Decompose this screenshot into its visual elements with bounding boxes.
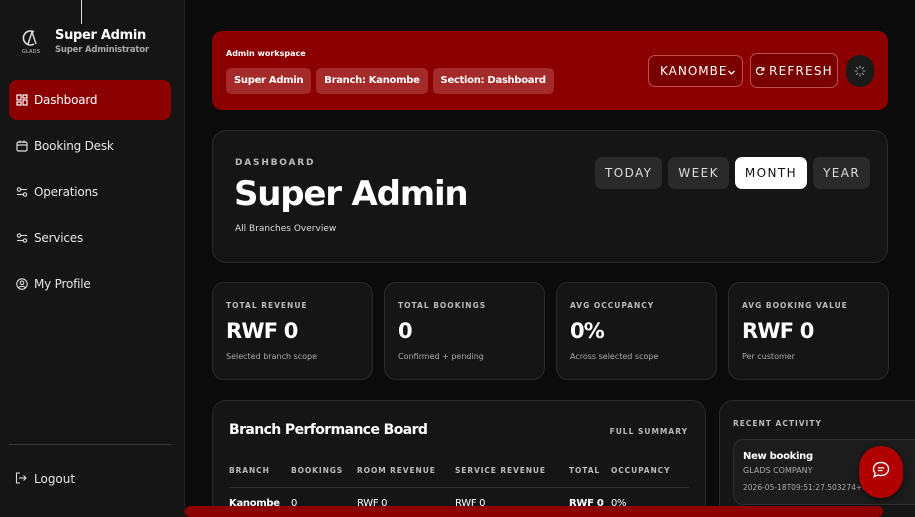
- sidebar-item-dashboard[interactable]: Dashboard: [9, 80, 171, 120]
- refresh-label: REFRESH: [769, 63, 833, 78]
- brand-name: Super Admin: [55, 28, 147, 43]
- chevron-down-icon: [727, 66, 736, 80]
- sidebar-item-booking-desk[interactable]: Booking Desk: [9, 126, 171, 166]
- sidebar-item-operations[interactable]: Operations: [9, 172, 171, 212]
- column-header: ROOM REVENUE: [357, 466, 436, 475]
- board-title: Branch Performance Board: [229, 422, 428, 438]
- logout-button[interactable]: Logout: [15, 472, 75, 486]
- column-header: BOOKINGS: [291, 466, 344, 475]
- column-header: TOTAL: [569, 466, 601, 475]
- stat-value: 0: [398, 319, 413, 343]
- page-subtitle: All Branches Overview: [235, 224, 337, 234]
- calendar-icon: [15, 139, 29, 153]
- logo-text: GLADS: [21, 49, 41, 55]
- period-week-button[interactable]: WEEK: [668, 157, 729, 189]
- sidebar-item-label: Operations: [34, 185, 98, 199]
- activity-company: GLADS COMPANY: [743, 466, 813, 475]
- grid-icon: [15, 93, 29, 107]
- stat-label: TOTAL REVENUE: [226, 301, 308, 310]
- refresh-icon: [755, 66, 765, 76]
- glads-logo: GLADS: [17, 28, 45, 58]
- user-circle-icon: [15, 277, 29, 291]
- workspace-bar: Admin workspace Super Admin Branch: Kano…: [212, 31, 888, 110]
- sidebar-divider: [9, 444, 171, 445]
- full-summary-link[interactable]: FULL SUMMARY: [610, 427, 688, 436]
- activity-title: RECENT ACTIVITY: [733, 419, 822, 428]
- sidebar: GLADS Super Admin Super Administrator Da…: [0, 0, 185, 517]
- page-title: Super Admin: [234, 174, 469, 214]
- sidebar-item-services[interactable]: Services: [9, 218, 171, 258]
- stat-value: 0%: [570, 319, 605, 343]
- stat-caption: Confirmed + pending: [398, 352, 484, 361]
- sliders-icon: [15, 185, 29, 199]
- stat-card-total-revenue: TOTAL REVENUE RWF 0 Selected branch scop…: [212, 282, 373, 380]
- brand: GLADS Super Admin Super Administrator: [17, 28, 149, 58]
- sidebar-item-label: Booking Desk: [34, 139, 114, 153]
- column-header: OCCUPANCY: [611, 466, 671, 475]
- branch-select[interactable]: KANOMBE: [648, 55, 743, 87]
- stat-card-avg-occupancy: AVG OCCUPANCY 0% Across selected scope: [556, 282, 717, 380]
- sidebar-item-label: Services: [34, 231, 84, 245]
- stat-value: RWF 0: [742, 319, 814, 343]
- stat-caption: Across selected scope: [570, 352, 659, 361]
- activity-heading: New booking: [743, 451, 813, 462]
- table-divider: [229, 487, 689, 488]
- period-today-button[interactable]: TODAY: [595, 157, 663, 189]
- section-kicker: DASHBOARD: [235, 158, 316, 168]
- stat-caption: Selected branch scope: [226, 352, 318, 361]
- breadcrumb-section: Section: Dashboard: [432, 68, 554, 94]
- branch-select-value: KANOMBE: [660, 64, 728, 78]
- sidebar-item-label: My Profile: [34, 277, 91, 291]
- sidebar-item-my-profile[interactable]: My Profile: [9, 264, 171, 304]
- top-divider-line: [81, 0, 82, 24]
- stat-label: TOTAL BOOKINGS: [398, 301, 487, 310]
- logout-label: Logout: [34, 472, 76, 486]
- loading-spinner-icon[interactable]: [846, 55, 874, 87]
- stat-label: AVG BOOKING VALUE: [742, 301, 848, 310]
- branch-performance-board: Branch Performance Board FULL SUMMARY BR…: [212, 400, 706, 517]
- breadcrumb: Super Admin Branch: Kanombe Section: Das…: [226, 68, 554, 94]
- stat-card-total-bookings: TOTAL BOOKINGS 0 Confirmed + pending: [384, 282, 545, 380]
- breadcrumb-role: Super Admin: [226, 68, 312, 94]
- logout-icon: [15, 472, 29, 486]
- brand-role: Super Administrator: [55, 45, 149, 55]
- period-selector: TODAY WEEK MONTH YEAR: [595, 157, 871, 189]
- chat-button[interactable]: [859, 446, 903, 498]
- stat-caption: Per customer: [742, 352, 795, 361]
- stat-card-avg-booking-value: AVG BOOKING VALUE RWF 0 Per customer: [728, 282, 889, 380]
- column-header: BRANCH: [229, 466, 270, 475]
- sliders-icon: [15, 231, 29, 245]
- period-year-button[interactable]: YEAR: [813, 157, 871, 189]
- sidebar-item-label: Dashboard: [34, 93, 98, 107]
- breadcrumb-branch: Branch: Kanombe: [316, 68, 428, 94]
- period-month-button[interactable]: MONTH: [734, 157, 808, 189]
- column-header: SERVICE REVENUE: [455, 466, 546, 475]
- stat-value: RWF 0: [226, 319, 298, 343]
- stat-label: AVG OCCUPANCY: [570, 301, 655, 310]
- horizontal-scrollbar[interactable]: [185, 506, 883, 517]
- dashboard-header-card: DASHBOARD Super Admin All Branches Overv…: [212, 130, 888, 263]
- sidebar-nav: Dashboard Booking Desk Operations Servic…: [9, 80, 171, 310]
- workspace-label: Admin workspace: [226, 49, 306, 58]
- refresh-button[interactable]: REFRESH: [750, 53, 838, 88]
- chat-bubble-icon: [871, 460, 891, 484]
